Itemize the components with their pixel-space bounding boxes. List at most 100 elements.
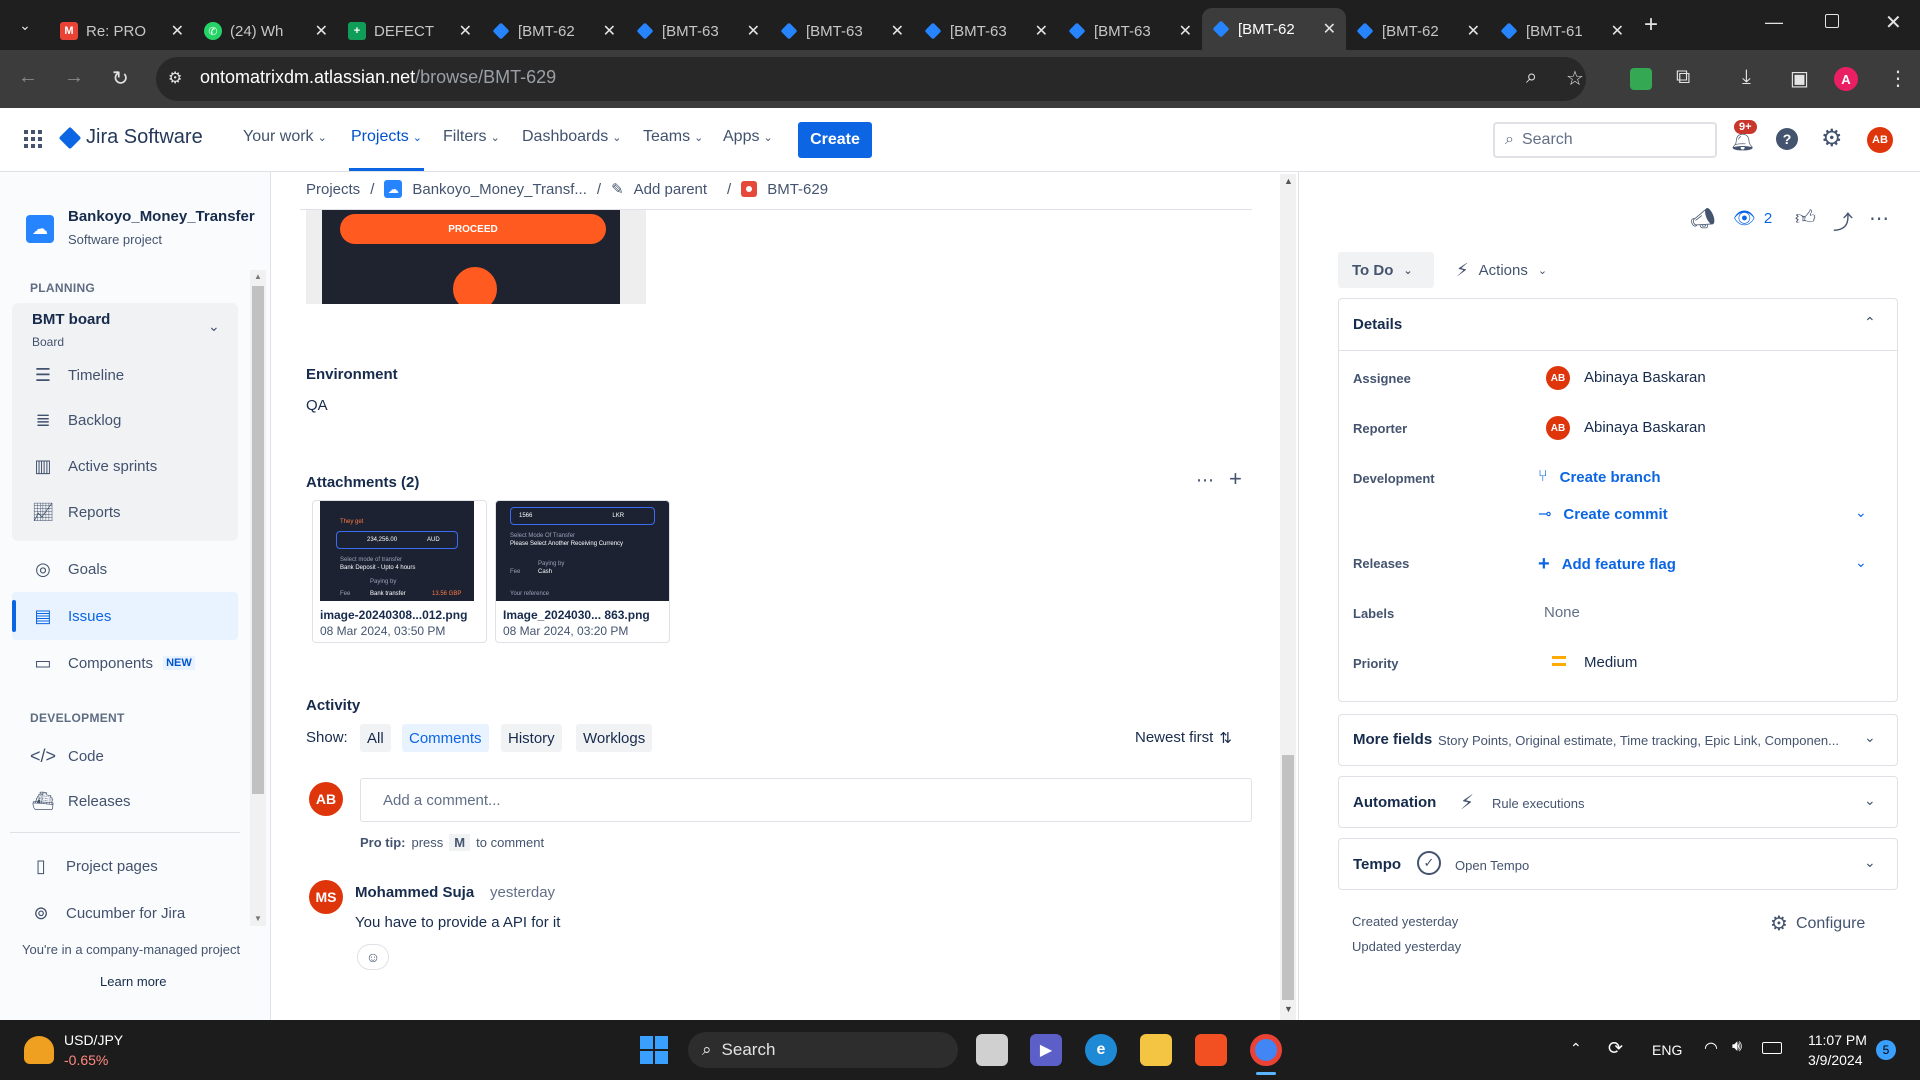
browser-tab[interactable]: [BMT-62 ✕ xyxy=(482,12,626,50)
reload-icon[interactable]: ↻ xyxy=(112,66,129,91)
create-commit-link[interactable]: ⊸ Create commit xyxy=(1538,504,1668,524)
task-view-icon[interactable] xyxy=(976,1034,1008,1066)
browser-tab[interactable]: [BMT-63 ✕ xyxy=(626,12,770,50)
automation-chevron-down-icon[interactable]: ⌄ xyxy=(1864,792,1876,809)
battery-icon[interactable] xyxy=(1762,1042,1782,1054)
actions-dropdown[interactable]: ⚡︎ Actions ⌄ xyxy=(1456,252,1547,288)
main-scroll-up-icon[interactable]: ▲ xyxy=(1284,176,1293,186)
filter-history[interactable]: History xyxy=(501,724,562,752)
megaphone-icon[interactable]: 📣︎ xyxy=(1690,206,1715,231)
browser-tab[interactable]: [BMT-63 ✕ xyxy=(770,12,914,50)
automation-title[interactable]: Automation xyxy=(1353,794,1436,811)
tab-search-chevron-icon[interactable]: ⌄ xyxy=(0,17,50,34)
details-title[interactable]: Details xyxy=(1353,316,1402,333)
back-arrow-icon[interactable]: ← xyxy=(18,66,38,89)
tempo-title[interactable]: Tempo xyxy=(1353,856,1401,873)
attachments-more-icon[interactable]: ⋯ xyxy=(1196,470,1214,491)
tab-close-icon[interactable]: ✕ xyxy=(891,21,904,41)
language-indicator[interactable]: ENG xyxy=(1652,1042,1682,1058)
tab-close-icon[interactable]: ✕ xyxy=(1323,19,1336,39)
main-scroll-down-icon[interactable]: ▼ xyxy=(1284,1004,1293,1014)
browser-tab[interactable]: [BMT-62 ✕ xyxy=(1346,12,1490,50)
open-tempo-link[interactable]: Open Tempo xyxy=(1455,858,1529,873)
wifi-icon[interactable]: ◠ xyxy=(1704,1038,1718,1058)
tab-close-icon[interactable]: ✕ xyxy=(1179,21,1192,41)
releases-chevron-down-icon[interactable]: ⌄ xyxy=(1855,554,1867,571)
tray-chevron-up-icon[interactable]: ⌃ xyxy=(1570,1040,1582,1057)
tab-close-icon[interactable]: ✕ xyxy=(603,21,616,41)
taskbar-search[interactable]: ⌕ Search xyxy=(688,1032,958,1068)
close-window-icon[interactable]: ✕ xyxy=(1885,10,1902,35)
minimize-window-icon[interactable]: — xyxy=(1765,12,1783,33)
comment-author-avatar[interactable]: MS xyxy=(309,880,343,914)
clock-time[interactable]: 11:07 PM xyxy=(1808,1032,1867,1048)
sort-newest-first[interactable]: Newest first ⇅ xyxy=(1135,729,1232,747)
more-fields-chevron-down-icon[interactable]: ⌄ xyxy=(1864,729,1876,746)
details-collapse-chevron-icon[interactable]: ⌃ xyxy=(1864,314,1876,331)
search-input[interactable]: ⌕ Search xyxy=(1493,122,1717,158)
configure-button[interactable]: ⚙ Configure xyxy=(1770,911,1865,936)
nav-apps[interactable]: Apps ⌄ xyxy=(723,128,773,146)
create-button[interactable]: Create xyxy=(798,122,872,158)
environment-value[interactable]: QA xyxy=(306,397,328,414)
sidebar-item-timeline[interactable]: ☰ Timeline xyxy=(32,364,124,386)
app-switcher-grid-icon[interactable] xyxy=(24,130,42,148)
add-comment-input[interactable]: Add a comment... xyxy=(360,778,1252,822)
browser-tab[interactable]: [BMT-62 ✕ xyxy=(1202,8,1346,50)
ticker-widget-icon[interactable] xyxy=(24,1036,54,1064)
breadcrumb-project[interactable]: Bankoyo_Money_Transf... xyxy=(412,181,587,198)
more-actions-icon[interactable]: ⋯ xyxy=(1869,206,1889,231)
sidebar-scrollbar-thumb[interactable] xyxy=(252,286,264,794)
download-icon[interactable]: ⤓ xyxy=(1742,66,1751,89)
restore-window-icon[interactable] xyxy=(1825,14,1839,28)
notification-count-badge[interactable]: 5 xyxy=(1876,1040,1896,1060)
site-info-icon[interactable]: ⚙ xyxy=(168,68,182,88)
project-avatar-icon[interactable]: ☁ xyxy=(26,215,54,243)
sidebar-item-components[interactable]: ▭ Components NEW xyxy=(32,652,195,674)
clock-date[interactable]: 3/9/2024 xyxy=(1808,1052,1863,1068)
tempo-chevron-down-icon[interactable]: ⌄ xyxy=(1864,854,1876,871)
sidebar-item-code[interactable]: </> Code xyxy=(30,745,104,767)
attachment-card[interactable]: They get 234,256.00 AUD Select mode of tr… xyxy=(312,500,487,643)
browser-tab[interactable]: [BMT-63 ✕ xyxy=(1058,12,1202,50)
new-tab-plus-icon[interactable]: + xyxy=(1644,11,1658,39)
more-fields-title[interactable]: More fields xyxy=(1353,731,1432,748)
tab-close-icon[interactable]: ✕ xyxy=(747,21,760,41)
add-parent-link[interactable]: Add parent xyxy=(634,181,707,198)
project-name[interactable]: Bankoyo_Money_Transfer xyxy=(68,208,255,225)
watchers-button[interactable]: 👁︎ 2 xyxy=(1733,208,1772,229)
sidebar-item-backlog[interactable]: ≣ Backlog xyxy=(32,409,121,431)
add-reaction-icon[interactable]: ☺ xyxy=(357,944,389,970)
main-scrollbar-thumb[interactable] xyxy=(1282,755,1294,1000)
extension-green-icon[interactable] xyxy=(1630,68,1652,90)
nav-projects[interactable]: Projects ⌄ xyxy=(351,128,422,146)
nav-filters[interactable]: Filters ⌄ xyxy=(443,128,500,146)
ticker-name[interactable]: USD/JPY xyxy=(64,1032,123,1048)
sidebar-item-releases[interactable]: ⛴ Releases xyxy=(32,790,131,812)
store-icon[interactable] xyxy=(1195,1034,1227,1066)
breadcrumb-projects[interactable]: Projects xyxy=(306,181,360,198)
sidebar-item-project-pages[interactable]: ▯ Project pages xyxy=(30,855,158,877)
thumbs-up-icon[interactable]: 👍︎ xyxy=(1795,206,1816,230)
learn-more-link[interactable]: Learn more xyxy=(100,974,166,989)
side-panel-icon[interactable]: ▣ xyxy=(1790,66,1809,91)
windows-start-icon[interactable] xyxy=(640,1036,668,1064)
browser-tab[interactable]: + DEFECT ✕ xyxy=(338,12,482,50)
development-chevron-down-icon[interactable]: ⌄ xyxy=(1855,504,1867,521)
sidebar-item-reports[interactable]: 📈︎ Reports xyxy=(32,501,121,523)
browser-menu-icon[interactable]: ⋮ xyxy=(1888,66,1908,91)
extensions-puzzle-icon[interactable]: ⧉ xyxy=(1676,66,1690,89)
breadcrumb-issue-key[interactable]: BMT-629 xyxy=(767,181,828,198)
sidebar-item-active-sprints[interactable]: ▥ Active sprints xyxy=(32,455,157,477)
sidebar-item-cucumber[interactable]: ⊚ Cucumber for Jira xyxy=(30,902,185,924)
tab-close-icon[interactable]: ✕ xyxy=(315,21,328,41)
create-branch-link[interactable]: ⑂ Create branch xyxy=(1538,468,1660,486)
edge-icon[interactable]: e xyxy=(1085,1034,1117,1066)
share-icon[interactable]: ⤴ xyxy=(1833,206,1853,235)
teams-icon[interactable]: ▶ xyxy=(1030,1034,1062,1066)
add-feature-flag-link[interactable]: + Add feature flag xyxy=(1538,553,1676,576)
browser-tab[interactable]: [BMT-63 ✕ xyxy=(914,12,1058,50)
comment-author[interactable]: Mohammed Suja xyxy=(355,884,474,901)
tab-close-icon[interactable]: ✕ xyxy=(171,21,184,41)
forward-arrow-icon[interactable]: → xyxy=(64,66,84,89)
